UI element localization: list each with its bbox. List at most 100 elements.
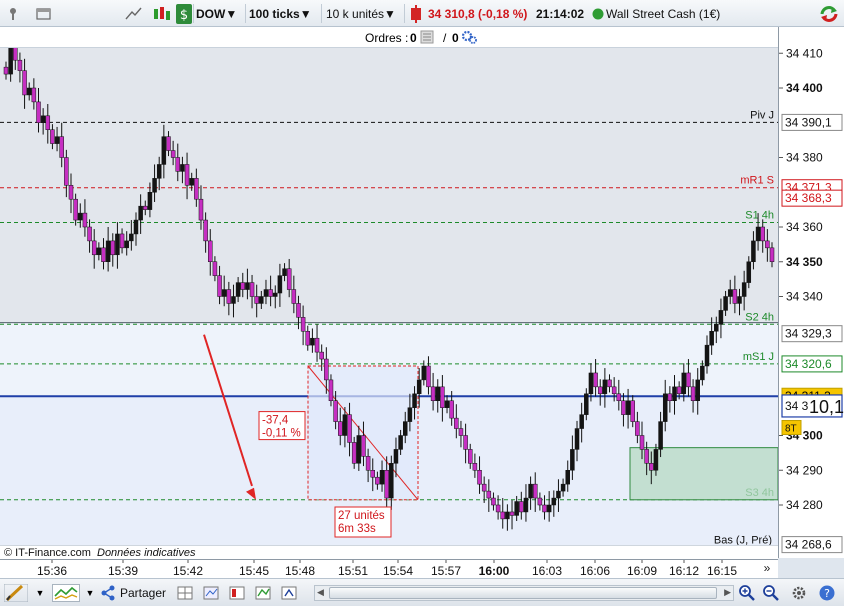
scroll-right-icon[interactable]: ▶ [724, 587, 731, 598]
candle[interactable] [584, 393, 589, 415]
candle[interactable] [407, 407, 413, 422]
candle[interactable] [198, 198, 204, 221]
candle[interactable] [282, 268, 287, 276]
candle[interactable] [147, 192, 153, 210]
candle[interactable] [565, 470, 570, 485]
candle[interactable] [263, 289, 269, 297]
candle[interactable] [105, 240, 111, 262]
pin-icon[interactable] [6, 3, 20, 24]
candle[interactable] [588, 372, 594, 395]
candle[interactable] [686, 372, 691, 388]
candle[interactable] [412, 393, 417, 408]
scroll-left-icon[interactable]: ◀ [317, 587, 324, 598]
candle[interactable] [579, 414, 584, 429]
candle[interactable] [472, 463, 478, 471]
candle[interactable] [676, 386, 682, 395]
gear-icon[interactable] [461, 30, 477, 47]
candle[interactable] [593, 372, 598, 388]
scroll-thumb[interactable] [329, 587, 717, 599]
candle[interactable] [574, 428, 580, 450]
candle[interactable] [505, 511, 510, 520]
candle[interactable] [635, 421, 640, 436]
settings-icon[interactable] [790, 584, 808, 602]
candle[interactable] [416, 379, 422, 395]
print-tool-icon[interactable] [280, 584, 298, 602]
candle[interactable] [226, 289, 232, 304]
candle[interactable] [481, 483, 487, 492]
candle[interactable] [156, 164, 162, 179]
candle[interactable] [36, 101, 41, 124]
window-icon[interactable] [36, 3, 52, 24]
candle[interactable] [333, 400, 338, 422]
candle[interactable] [658, 421, 663, 450]
candle[interactable] [430, 386, 436, 402]
candle[interactable] [389, 463, 394, 499]
candle[interactable] [300, 317, 306, 332]
candle[interactable] [64, 157, 69, 186]
chevron-down-icon[interactable]: ▼ [84, 584, 96, 602]
candle[interactable] [50, 129, 55, 144]
candle[interactable] [426, 365, 431, 388]
candle[interactable] [286, 268, 292, 290]
zoom-in-icon[interactable] [738, 584, 756, 602]
candle[interactable] [347, 414, 352, 443]
candle[interactable] [621, 400, 626, 415]
candle[interactable] [737, 296, 742, 304]
candle[interactable] [532, 483, 538, 499]
candle[interactable] [435, 386, 440, 402]
candle[interactable] [402, 421, 408, 436]
candle[interactable] [667, 393, 673, 401]
candle[interactable] [616, 393, 622, 401]
candle[interactable] [189, 178, 194, 186]
candle[interactable] [78, 212, 83, 221]
candle[interactable] [611, 386, 617, 395]
candle[interactable] [175, 157, 181, 172]
candle[interactable] [458, 428, 464, 436]
share-button[interactable]: Partager [100, 584, 170, 602]
candle[interactable] [556, 490, 561, 499]
candle[interactable] [695, 379, 700, 401]
candle[interactable] [537, 497, 543, 506]
candle[interactable] [607, 379, 612, 388]
candle[interactable] [166, 136, 171, 151]
candle[interactable] [152, 178, 157, 193]
candle[interactable] [13, 48, 18, 61]
candle[interactable] [570, 449, 575, 471]
grid-tool-icon[interactable] [176, 584, 194, 602]
candle[interactable] [602, 379, 608, 395]
candle[interactable] [714, 324, 719, 332]
candle[interactable] [514, 501, 519, 516]
candle[interactable] [22, 70, 27, 96]
candle[interactable] [662, 393, 668, 422]
candle[interactable] [259, 296, 264, 304]
draw-tool-icon[interactable] [3, 583, 29, 603]
candle[interactable] [690, 386, 696, 402]
candle[interactable] [723, 296, 728, 311]
candle[interactable] [704, 344, 710, 367]
candle[interactable] [138, 205, 143, 221]
candle[interactable] [143, 205, 148, 210]
candle[interactable] [249, 282, 255, 297]
candle[interactable] [194, 178, 199, 200]
candle[interactable] [231, 296, 236, 304]
candle[interactable] [741, 282, 747, 297]
candle[interactable] [277, 275, 283, 294]
candle[interactable] [597, 386, 603, 395]
candle[interactable] [217, 275, 222, 297]
candle[interactable] [133, 219, 139, 235]
timeframe-select[interactable]: 100 ticks ▼ [249, 3, 312, 24]
candle[interactable] [486, 490, 492, 499]
scroll-end-icon[interactable]: » [756, 561, 778, 578]
candle[interactable] [240, 282, 246, 290]
candle[interactable] [45, 115, 51, 130]
candle[interactable] [463, 435, 468, 450]
candle[interactable] [727, 289, 733, 297]
candle[interactable] [542, 504, 547, 513]
candle[interactable] [672, 386, 677, 402]
candle[interactable] [746, 261, 752, 283]
candle[interactable] [101, 247, 106, 263]
candle[interactable] [221, 289, 227, 297]
candle[interactable] [732, 289, 738, 304]
candle[interactable] [54, 136, 60, 144]
layout-tool-icon[interactable] [228, 584, 246, 602]
